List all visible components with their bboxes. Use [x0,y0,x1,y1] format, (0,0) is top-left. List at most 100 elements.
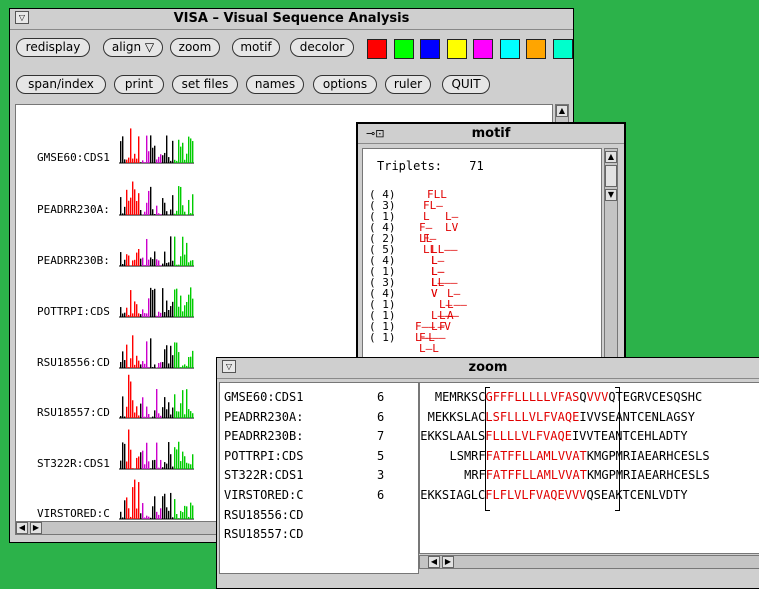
graph-bar [134,412,136,418]
sequence-label[interactable]: POTTRPI:CDS [37,305,110,318]
triplets-label: Triplets: [377,159,443,173]
graph-bar [182,236,184,266]
color-swatch-5[interactable] [499,39,520,59]
zoom-seq-pre: MEMRKS [434,390,479,404]
zoom-row-name[interactable]: PEADRR230A: 6 [224,410,384,424]
main-titlebar[interactable]: ▽ VISA – Visual Sequence Analysis [10,9,573,30]
scroll-up-button[interactable]: ▲ [556,105,568,117]
graph-bar [140,403,142,418]
graph-bar [164,202,166,215]
toolbar2-button-1[interactable]: print [114,75,164,94]
toolbar2-button-5[interactable]: ruler [385,75,431,94]
color-swatch-2[interactable] [420,39,440,59]
zoom-seq-name: POTTRPI:CDS [224,448,304,463]
color-swatch-4[interactable] [473,39,493,59]
graph-bar [192,260,194,266]
graph-bar [170,345,172,368]
motif-titlebar[interactable]: ⊸⊡ motif [358,124,624,144]
zoom-row-name[interactable]: GMSE60:CDS1 6 [224,390,384,404]
toolbar2-button-6[interactable]: QUIT [442,75,490,94]
zoom-titlebar[interactable]: ▽ zoom [217,358,759,379]
graph-bar [132,400,134,418]
graph-bar [182,205,184,215]
toolbar-button-4[interactable]: decolor [290,38,354,57]
graph-bar [150,287,152,317]
zoom-row-name[interactable]: VIRSTORED:C 6 [224,488,384,502]
motif-vertical-scrollbar[interactable]: ▲ ▼ [604,148,618,362]
scroll-thumb[interactable]: ▶ [30,522,42,534]
graph-bar [130,381,132,418]
graph-bar [144,363,146,368]
toolbar2-button-4[interactable]: options [313,75,377,94]
graph-bar [172,407,174,418]
graph-bar [170,492,172,519]
color-swatch-6[interactable] [526,39,546,59]
zoom-sequence-row: MEMRKSCGFFFLLLLLVFASQVVVQTEGRVCESQSHC [435,390,702,404]
motif-scroll-up[interactable]: ▲ [605,151,617,163]
graph-bar [162,362,164,368]
zoom-row-name[interactable]: POTTRPI:CDS 5 [224,448,384,463]
graph-bar [130,290,132,317]
graph-bar [174,236,176,266]
toolbar-button-0[interactable]: redisplay [16,38,90,57]
zoom-scroll-thumb[interactable]: ▶ [442,556,454,568]
graph-bar [164,462,166,469]
graph-bar [172,301,174,317]
graph-bar [134,479,136,519]
graph-bar [188,409,190,418]
color-swatch-7[interactable] [552,39,573,59]
scroll-left-button[interactable]: ◀ [16,522,28,534]
graph-bar [136,508,138,519]
toolbar2-button-0[interactable]: span/index [16,75,106,94]
sequence-label[interactable]: PEADRR230B: [37,254,110,267]
toolbar-button-1[interactable]: align ▽ [103,38,163,57]
motif-row[interactable]: ( 1) F–––L–L [369,332,446,354]
sequence-label[interactable]: GMSE60:CDS1 [37,151,110,164]
color-swatch-1[interactable] [393,39,414,59]
graph-bar [160,459,162,469]
graph-bar [166,262,168,266]
graph-bar [186,365,188,368]
zoom-seq-mid-black: AGLC [456,488,486,502]
zoom-seq-offset: 3 [377,468,385,483]
sequence-label[interactable]: ST322R:CDS1 [37,457,110,470]
graph-bar [144,464,146,469]
graph-bar [178,352,180,368]
graph-bar [188,199,190,215]
graph-bar [170,306,172,317]
zoom-row-name[interactable]: RSU18557:CD [224,527,303,541]
color-swatch-3[interactable] [446,39,467,59]
zoom-sequence-row: MRFFATFFLLAMLVVATKMGPMRIAEARHCESLS [464,468,710,482]
graph-bar [176,449,178,469]
graph-bar [158,467,160,469]
graph-bar [164,397,166,418]
sequence-label[interactable]: RSU18557:CD [37,406,110,419]
graph-bar [144,264,146,266]
toolbar2-button-3[interactable]: names [246,75,304,94]
zoom-horizontal-scrollbar[interactable]: ◀ ▶ [419,555,759,569]
graph-bar [122,313,124,317]
motif-scroll-thumb[interactable] [605,165,617,187]
sequence-label[interactable]: PEADRR230A: [37,203,110,216]
graph-bar [174,213,176,215]
graph-bar [132,260,134,266]
toolbar2-button-2[interactable]: set files [172,75,238,94]
graph-bar [146,341,148,368]
toolbar-button-3[interactable]: motif [232,38,280,57]
graph-bar [128,200,130,215]
color-swatch-0[interactable] [367,39,387,59]
zoom-row-name[interactable]: PEADRR230B: 7 [224,429,384,443]
zoom-row-name[interactable]: ST322R:CDS1 3 [224,468,384,482]
graph-bar [120,415,122,418]
main-horizontal-scrollbar[interactable]: ◀ ▶ [15,521,227,535]
graph-bar [130,128,132,163]
graph-bar [180,367,182,368]
zoom-row-name[interactable]: RSU18556:CD [224,508,303,522]
motif-scroll-down[interactable]: ▼ [605,189,617,201]
graph-bar [190,356,192,368]
sequence-label[interactable]: RSU18556:CD [37,356,110,369]
zoom-seq-rest: KMGPMRIAEARHCESLS [586,448,710,463]
zoom-scroll-left[interactable]: ◀ [428,556,440,568]
sequence-label[interactable]: VIRSTORED:C [37,507,110,520]
toolbar-button-2[interactable]: zoom [170,38,220,57]
